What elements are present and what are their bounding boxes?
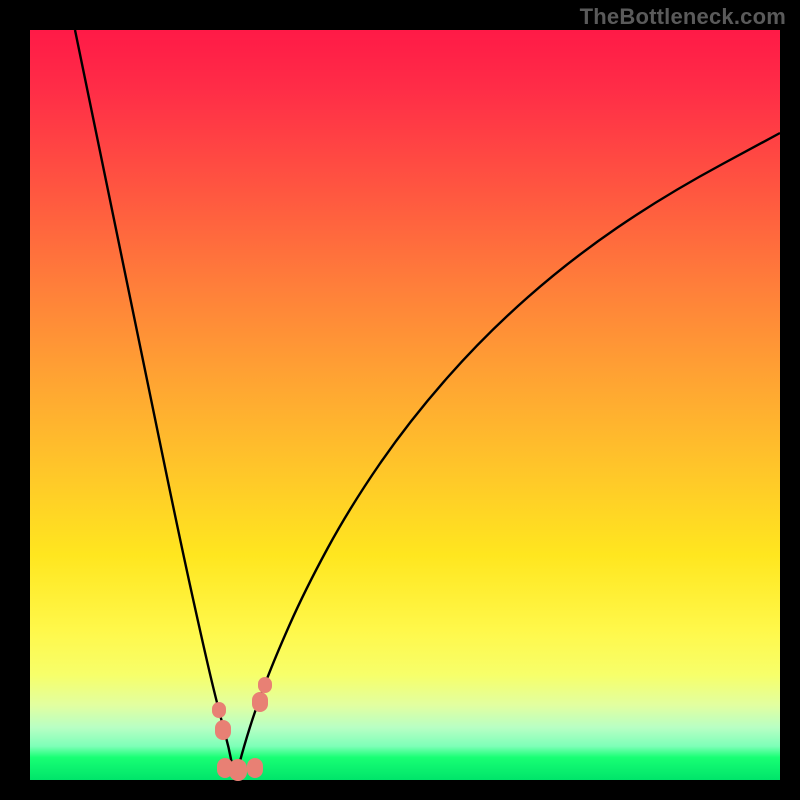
chart-frame: TheBottleneck.com — [0, 0, 800, 800]
curve-left-branch — [75, 30, 235, 780]
curve-right-branch — [235, 133, 780, 780]
watermark-text: TheBottleneck.com — [580, 4, 786, 30]
plot-area — [30, 30, 780, 780]
bottleneck-curve — [30, 30, 780, 780]
